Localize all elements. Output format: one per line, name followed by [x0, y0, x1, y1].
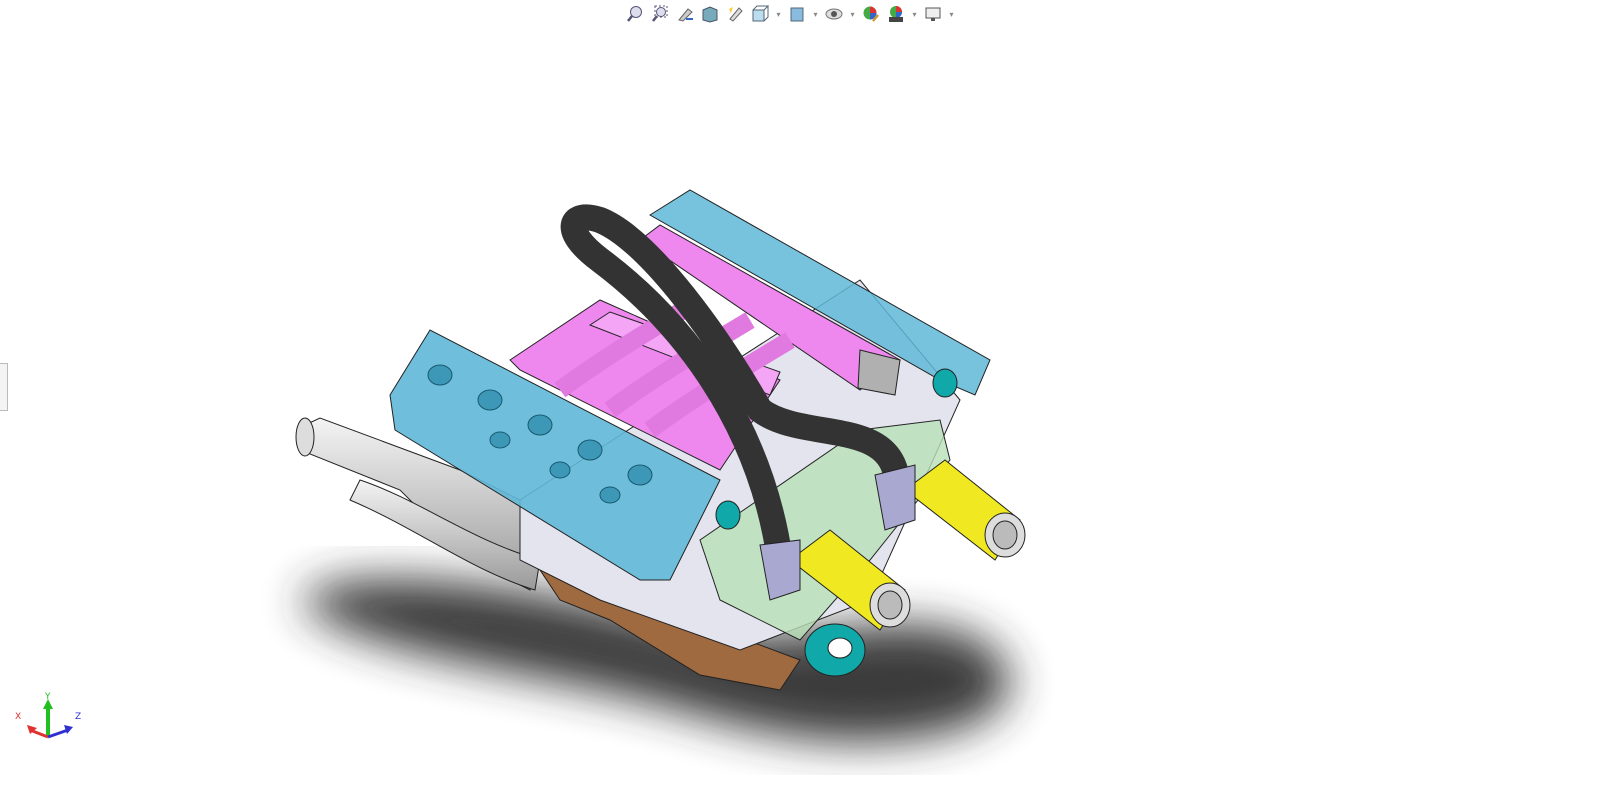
y-axis-label: Y [45, 692, 51, 702]
apply-scene-dropdown[interactable]: ▾ [910, 10, 919, 19]
reference-triad: Y X Z [10, 692, 90, 744]
air-filter-2 [874, 459, 1026, 561]
x-axis-label: X [15, 712, 22, 722]
apply-scene-icon[interactable] [885, 3, 907, 25]
zoom-to-area-icon[interactable] [649, 3, 671, 25]
graphics-area[interactable] [0, 0, 1610, 791]
view-orientation-icon[interactable] [749, 3, 771, 25]
section-view-icon[interactable] [699, 3, 721, 25]
dynamic-annotation-views-icon[interactable] [724, 3, 746, 25]
z-axis-arrow [47, 728, 69, 739]
z-axis-label: Z [75, 712, 82, 722]
display-style-icon[interactable] [786, 3, 808, 25]
view-settings-dropdown[interactable]: ▾ [947, 10, 956, 19]
edit-appearance-icon[interactable] [860, 3, 882, 25]
previous-view-icon[interactable] [674, 3, 696, 25]
view-settings-icon[interactable] [922, 3, 944, 25]
hide-show-items-icon[interactable] [823, 3, 845, 25]
zoom-to-fit-icon[interactable] [624, 3, 646, 25]
display-style-dropdown[interactable]: ▾ [811, 10, 820, 19]
side-panel-toggle[interactable] [0, 363, 8, 411]
hide-show-items-dropdown[interactable]: ▾ [848, 10, 857, 19]
view-orientation-dropdown[interactable]: ▾ [774, 10, 783, 19]
heads-up-view-toolbar: ▾ ▾ ▾ ▾ ▾ [624, 2, 956, 26]
